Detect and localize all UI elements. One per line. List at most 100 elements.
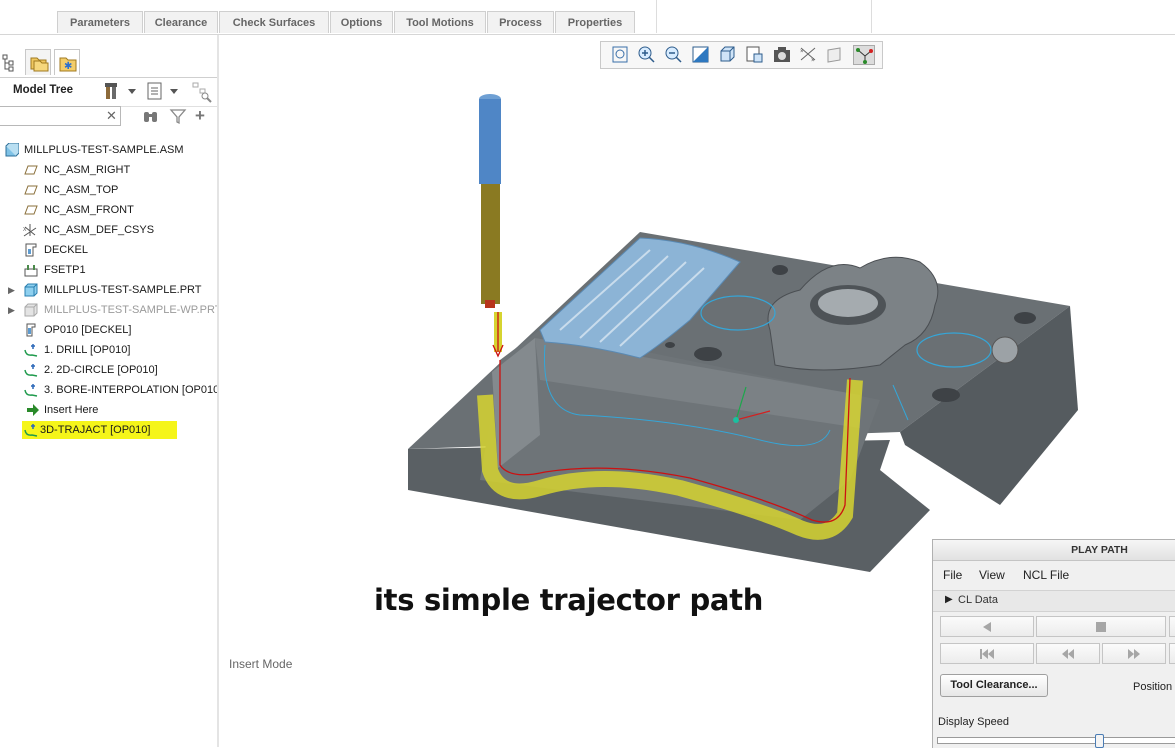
tool-holder: [481, 184, 500, 304]
tree-item-op010[interactable]: OP010 [DECKEL]: [0, 320, 216, 340]
datum-display-button[interactable]: × ×: [798, 45, 820, 65]
sequence-icon: [24, 344, 38, 357]
tab-clearance[interactable]: Clearance: [144, 11, 218, 33]
tab-divider: [656, 0, 657, 33]
feature-tab-bar: Parameters Clearance Check Surfaces Opti…: [0, 0, 1175, 35]
tree-item-drill[interactable]: 1. DRILL [OP010]: [0, 340, 216, 360]
tree-item-label: NC_ASM_DEF_CSYS: [44, 224, 155, 236]
tree-item-part[interactable]: ▶ MILLPLUS-TEST-SAMPLE.PRT: [0, 280, 216, 300]
insert-mode-status: Insert Mode: [229, 657, 293, 671]
annotation-icon: [827, 47, 841, 63]
skip-start-icon: [980, 649, 994, 659]
model-tree-title: Model Tree: [13, 84, 74, 96]
step-backward-button[interactable]: [1036, 643, 1100, 664]
tab-check-surfaces[interactable]: Check Surfaces: [219, 11, 329, 33]
tool-tip: [485, 300, 495, 308]
tree-item-bore-interpolation[interactable]: 3. BORE-INTERPOLATION [OP010]: [0, 380, 222, 400]
view-manager-icon: [746, 46, 763, 63]
tree-item-csys[interactable]: X NC_ASM_DEF_CSYS: [0, 220, 216, 240]
machine-icon: [25, 243, 37, 257]
sequence-icon: [24, 364, 38, 377]
tab-options[interactable]: Options: [330, 11, 393, 33]
funnel-icon: [169, 109, 187, 125]
tree-item-deckel[interactable]: DECKEL: [0, 240, 216, 260]
workpiece-icon: [24, 303, 38, 317]
tree-search-input[interactable]: [0, 106, 121, 126]
play-backward-button[interactable]: [940, 616, 1034, 637]
go-to-start-button[interactable]: [940, 643, 1034, 664]
step-forward-button[interactable]: [1102, 643, 1166, 664]
saved-orientations-button[interactable]: [717, 45, 739, 65]
clear-search-icon[interactable]: ✕: [106, 108, 117, 124]
favorites-tab[interactable]: ✱: [54, 49, 80, 75]
go-to-end-button[interactable]: [1169, 643, 1175, 664]
tree-item-2d-circle[interactable]: 2. 2D-CIRCLE [OP010]: [0, 360, 216, 380]
tab-divider: [871, 0, 872, 33]
cl-data-section[interactable]: ▶ CL Data: [933, 590, 1175, 612]
tree-item-insert-here[interactable]: Insert Here: [0, 400, 216, 420]
tools-icon: [105, 83, 117, 99]
toolpath-display-button[interactable]: [853, 45, 875, 65]
menu-view[interactable]: View: [979, 568, 1005, 582]
tab-properties[interactable]: Properties: [555, 11, 635, 33]
document-list-icon: [147, 82, 162, 100]
tree-item-assembly[interactable]: MILLPLUS-TEST-SAMPLE.ASM: [0, 140, 216, 160]
settings-button[interactable]: [103, 81, 121, 101]
tree-item-label: NC_ASM_RIGHT: [44, 164, 131, 176]
refit-button[interactable]: [609, 45, 631, 65]
tree-item-label: Insert Here: [44, 404, 99, 416]
zoom-out-button[interactable]: [663, 45, 685, 65]
expand-arrow-icon[interactable]: ▶: [8, 300, 15, 320]
hole: [932, 388, 960, 402]
tree-filter-button[interactable]: [191, 81, 213, 103]
display-speed-thumb[interactable]: [1095, 734, 1104, 748]
tab-process[interactable]: Process: [487, 11, 554, 33]
expand-arrow-icon: ▶: [945, 594, 953, 605]
part-icon: [24, 283, 38, 297]
display-speed-slider[interactable]: [937, 737, 1175, 744]
favorites-folder-icon: ✱: [59, 57, 77, 72]
folder-icon: [30, 57, 49, 72]
sphere-feature: [991, 336, 1019, 364]
tree-item-datum-top[interactable]: NC_ASM_TOP: [0, 180, 216, 200]
display-style-button[interactable]: [771, 45, 793, 65]
add-column-icon[interactable]: +: [195, 106, 205, 126]
tree-item-workpiece[interactable]: ▶ MILLPLUS-TEST-SAMPLE-WP.PRT: [0, 300, 221, 320]
stop-button[interactable]: [1036, 616, 1166, 637]
zoom-in-button[interactable]: [636, 45, 658, 65]
tree-item-label: MILLPLUS-TEST-SAMPLE.PRT: [44, 284, 202, 296]
tool-shank: [479, 99, 501, 184]
tree-columns-icon: [192, 82, 212, 103]
tree-item-datum-right[interactable]: NC_ASM_RIGHT: [0, 160, 216, 180]
tab-parameters[interactable]: Parameters: [57, 11, 143, 33]
zoom-in-icon: [638, 46, 655, 63]
rewind-icon: [1062, 649, 1074, 659]
chevron-down-icon[interactable]: [128, 86, 136, 98]
tree-item-datum-front[interactable]: NC_ASM_FRONT: [0, 200, 216, 220]
tree-item-label: 3D-TRAJACT [OP010]: [40, 424, 151, 436]
tree-structure-icon: [2, 54, 14, 72]
menu-file[interactable]: File: [943, 568, 962, 582]
chevron-down-icon[interactable]: [170, 86, 178, 98]
expand-arrow-icon[interactable]: ▶: [8, 280, 15, 300]
tree-item-3d-trajact[interactable]: 3D-TRAJACT [OP010]: [0, 420, 216, 440]
menu-ncl-file[interactable]: NCL File: [1023, 568, 1069, 582]
view-manager-button[interactable]: [744, 45, 766, 65]
tool-clearance-button[interactable]: Tool Clearance...: [940, 674, 1048, 697]
find-button[interactable]: [142, 107, 160, 128]
repaint-button[interactable]: [690, 45, 712, 65]
show-button[interactable]: [146, 81, 164, 101]
cl-data-label: CL Data: [958, 594, 998, 606]
datum-plane-icon: [24, 205, 38, 215]
repaint-icon: [692, 46, 709, 63]
play-forward-button[interactable]: [1169, 616, 1175, 637]
tab-tool-motions[interactable]: Tool Motions: [394, 11, 486, 33]
annotation-display-button[interactable]: [825, 45, 847, 65]
model-tree-tab[interactable]: [0, 49, 22, 75]
filter-button[interactable]: [169, 107, 187, 128]
hole: [1014, 312, 1036, 324]
folder-browser-tab[interactable]: [25, 49, 51, 75]
navigator-panel: ✱ Model Tree ✕ + MILLPLUS-TEST-SAMPLE.AS…: [0, 35, 222, 747]
tree-item-fsetp1[interactable]: FSETP1: [0, 260, 216, 280]
annotation-caption: its simple trajector path: [374, 583, 764, 617]
